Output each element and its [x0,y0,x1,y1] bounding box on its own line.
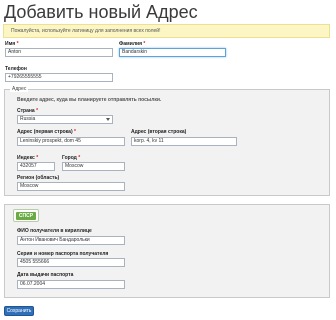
passport-date-label: Дата выдачи паспорта [17,272,74,278]
country-select[interactable]: Russia [17,115,113,124]
country-label: Страна * [17,108,39,114]
region-input[interactable]: Moscow [17,182,125,191]
address-line1-label: Адрес (первая строка) * [17,129,76,135]
spsr-logo: СПСР [16,212,36,220]
save-button[interactable]: Сохранить [4,306,34,316]
address-hint: Введите адрес, куда вы планируете отправ… [17,97,162,103]
address-line2-label: Адрес (вторая строка) [131,129,187,135]
name-input[interactable]: Anton [5,48,113,57]
required-mark: * [16,41,19,47]
name-label: Имя * [5,41,19,47]
city-label: Город * [62,155,81,161]
passport-date-input[interactable]: 06.07.2004 [17,280,125,289]
region-label: Регион (область) [17,175,60,181]
required-mark: * [143,41,146,47]
passport-input[interactable]: 4505 555666 [17,258,125,267]
zip-input[interactable]: 432057 [17,162,55,171]
phone-input[interactable]: +79265555555 [5,73,113,82]
page-title: Добавить новый Адрес [4,2,198,22]
latin-notice: Пожалуйста, используйте латиницу для зап… [3,24,330,38]
required-mark: * [78,155,81,161]
surname-label: Фамилия * [119,41,146,47]
phone-label: Телефон [5,66,27,72]
required-mark: * [36,155,39,161]
passport-label: Серия и номер паспорта получателя [17,251,109,257]
fio-input[interactable]: Антон Иванович Бандарольки [17,236,125,245]
address-line1-input[interactable]: Leninskiy prospekt, dom 45 [17,137,125,146]
chevron-down-icon [106,118,110,121]
zip-label: Индекс * [17,155,39,161]
surname-input[interactable]: Bandarskin [119,48,226,57]
required-mark: * [36,108,39,114]
city-input[interactable]: Moscow [62,162,125,171]
address-legend: Адрес [10,86,29,92]
country-value: Russia [20,116,36,122]
address-line2-input[interactable]: korp. 4, kv 11 [131,137,237,146]
spsr-logo-box: СПСР [13,209,39,222]
fio-label: ФИО получателя в кириллице [17,228,92,234]
required-mark: * [74,129,76,135]
